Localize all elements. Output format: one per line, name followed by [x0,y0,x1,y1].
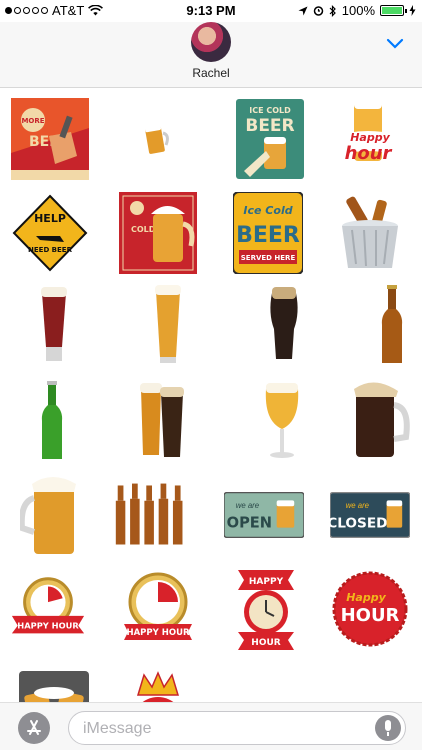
happy-hour-2-text: HAPPY HOUR [126,628,190,638]
sticker-we-are-open-sign[interactable]: we are OPEN [224,472,304,558]
sticker-ice-cold-beer-served-here[interactable]: Ice Cold BEER SERVED HERE [228,190,308,276]
sticker-happy-hour-wall-clock[interactable]: HAPPY HOUR [226,566,306,652]
chevron-down-icon[interactable] [386,34,404,52]
sticker-ice-bucket-bottles[interactable] [330,190,410,276]
microphone-icon[interactable] [375,715,401,741]
help-text: HELP [34,212,66,225]
bluetooth-icon [329,4,336,17]
we-are-open-small-text: we are [236,501,260,510]
sticker-happy-hour-badge[interactable]: Happy HOUR [330,566,410,652]
sticker-green-bottle[interactable] [12,378,92,464]
sticker-cold-beer-poster[interactable]: COLD BEER [118,190,198,276]
contact-avatar[interactable] [191,22,231,62]
happy-script-text: Happy [346,591,386,604]
alarm-icon [313,6,323,16]
happy-hour-1-text: HAPPY HOUR [17,621,79,631]
sticker-stout-glass[interactable] [244,282,324,368]
icecold-top-text: ICE COLD [249,106,291,115]
app-store-button[interactable] [18,712,50,744]
sticker-red-beer-glass[interactable] [14,282,94,368]
charging-bolt-icon [409,5,416,16]
happy-banner-text: HAPPY [249,577,284,587]
hour-big-text: HOUR [341,605,400,626]
sticker-we-are-closed-sign[interactable]: we are CLOSED [330,472,410,558]
ice-cold-text: Ice Cold [243,204,292,217]
battery-percent: 100% [341,3,375,18]
imessage-placeholder: iMessage [83,720,152,737]
sticker-happy-crown-badge[interactable] [118,658,198,702]
poster-more-text: MORE [21,117,44,125]
status-bar: AT&T 9:13 PM 100% [0,0,422,22]
sticker-two-beer-glasses[interactable] [122,378,202,464]
sticker-six-bottles[interactable] [112,472,192,558]
beer-big-text: BEER [236,223,300,248]
sticker-ice-cold-beer-sign[interactable]: ICE COLD BEER [230,96,310,182]
conversation-header: Rachel [0,22,422,88]
closed-text: CLOSED [330,516,387,532]
sticker-happy-hour-clock-1[interactable]: HAPPY HOUR [8,566,88,652]
sticker-small-beer-mug[interactable] [118,96,198,182]
sticker-tulip-beer-glass[interactable] [242,378,322,464]
battery-icon [380,5,407,16]
location-arrow-icon [298,6,308,15]
sticker-cheers-beer-mugs[interactable] [14,658,94,702]
sticker-large-beer-stein[interactable] [14,472,94,558]
we-are-closed-small-text: we are [346,501,370,510]
sticker-brown-bottle[interactable] [352,282,422,368]
hour-text: hour [345,143,393,164]
imessage-input[interactable]: iMessage [68,711,406,745]
icecold-beer-text: BEER [245,116,294,136]
sticker-dark-beer-mug[interactable] [340,378,420,464]
sticker-happy-hour-clock-2[interactable]: HAPPY HOUR [118,566,198,652]
message-input-bar: iMessage [0,702,422,750]
app-store-icon [27,720,41,735]
need-beer-text: NEED BEER [28,246,73,254]
sticker-lager-pilsner-glass[interactable] [128,282,208,368]
sticker-happy-hour-glass[interactable]: Happy hour [328,96,408,182]
sticker-more-beer-poster[interactable]: MORE BEER [10,96,90,182]
sticker-help-need-beer-sign[interactable]: HELP NEED BEER [10,190,90,276]
open-text: OPEN [227,515,272,532]
hour-banner-text: HOUR [251,638,280,648]
sticker-grid: MORE BEER ICE COLD BEER Happy hour HELP … [0,90,422,702]
contact-name[interactable]: Rachel [0,66,422,80]
served-here-text: SERVED HERE [241,254,296,262]
